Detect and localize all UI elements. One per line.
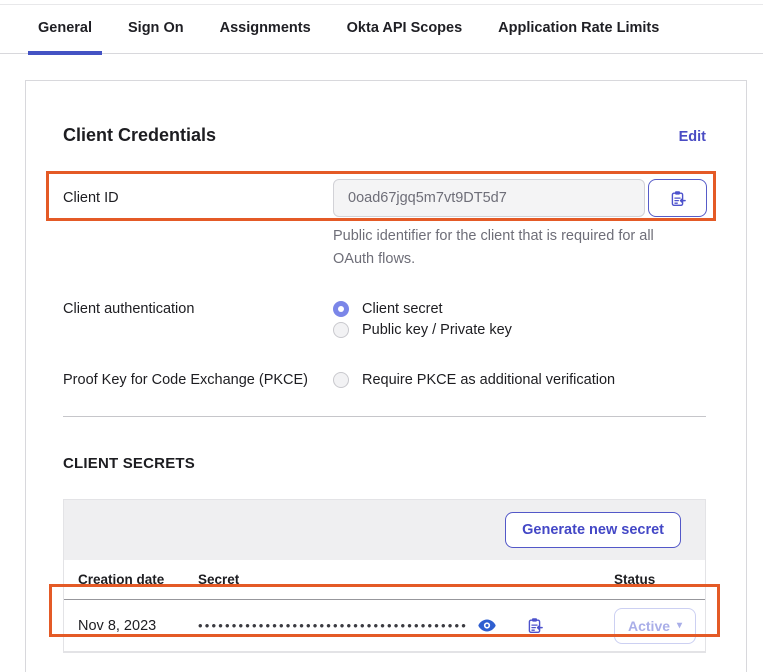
pkce-row: Proof Key for Code Exchange (PKCE) Requi… [63, 372, 706, 388]
client-authentication-options: Client secret Public key / Private key [333, 301, 512, 338]
client-credentials-header: Client Credentials Edit [63, 125, 706, 146]
radio-unselected-icon[interactable] [333, 322, 349, 338]
table-toolbar: Generate new secret [64, 500, 705, 560]
radio-option-public-private-key[interactable]: Public key / Private key [333, 322, 512, 338]
copy-secret-button[interactable] [526, 617, 543, 634]
client-id-copy-button[interactable] [648, 179, 707, 217]
secret-cell: •••••••••••••••••••••••••••••••••••••••• [198, 617, 614, 634]
column-header-secret: Secret [198, 572, 614, 587]
status-dropdown-button[interactable]: Active ▾ [614, 608, 696, 644]
radio-option-label: Public key / Private key [362, 322, 512, 338]
tab-application-rate-limits[interactable]: Application Rate Limits [498, 20, 659, 53]
status-cell: Active ▾ [614, 608, 709, 644]
okta-app-settings-page: General Sign On Assignments Okta API Sco… [0, 0, 763, 672]
edit-link[interactable]: Edit [679, 129, 706, 145]
client-secrets-table: Generate new secret Creation date Secret… [63, 499, 706, 653]
masked-secret-value: •••••••••••••••••••••••••••••••••••••••• [198, 618, 468, 633]
radio-option-client-secret[interactable]: Client secret [333, 301, 512, 317]
app-tabbar: General Sign On Assignments Okta API Sco… [0, 10, 763, 54]
radio-option-label: Client secret [362, 301, 443, 317]
column-header-creation-date: Creation date [78, 572, 198, 587]
column-header-status: Status [614, 572, 709, 587]
clipboard-copy-icon [669, 190, 686, 207]
table-header-row: Creation date Secret Status [64, 560, 705, 600]
checkbox-unchecked-icon[interactable] [333, 372, 349, 388]
general-settings-card: Client Credentials Edit Client ID [25, 80, 747, 672]
pkce-option-label: Require PKCE as additional verification [362, 372, 615, 388]
radio-selected-icon[interactable] [333, 301, 349, 317]
pkce-checkbox-option[interactable]: Require PKCE as additional verification [333, 372, 615, 388]
top-divider [0, 4, 763, 5]
creation-date-cell: Nov 8, 2023 [78, 618, 198, 634]
clipboard-copy-icon [526, 617, 543, 634]
caret-down-icon: ▾ [677, 620, 682, 631]
status-label: Active [628, 618, 670, 634]
section-divider [63, 416, 706, 417]
reveal-secret-button[interactable] [478, 619, 496, 632]
client-id-helper-text: Public identifier for the client that is… [333, 225, 683, 271]
tab-general[interactable]: General [38, 20, 92, 53]
client-credentials-title: Client Credentials [63, 125, 216, 146]
pkce-label: Proof Key for Code Exchange (PKCE) [63, 372, 333, 388]
tab-assignments[interactable]: Assignments [220, 20, 311, 53]
client-id-row: Client ID [63, 179, 706, 217]
generate-new-secret-button[interactable]: Generate new secret [505, 512, 681, 548]
client-id-field-group [333, 179, 707, 217]
client-id-input[interactable] [333, 179, 645, 217]
client-secrets-title: CLIENT SECRETS [63, 455, 706, 472]
eye-icon [478, 619, 496, 632]
client-id-label: Client ID [63, 190, 333, 206]
client-authentication-row: Client authentication Client secret Publ… [63, 301, 706, 338]
client-authentication-label: Client authentication [63, 301, 333, 338]
tab-sign-on[interactable]: Sign On [128, 20, 184, 53]
tab-okta-api-scopes[interactable]: Okta API Scopes [347, 20, 463, 53]
table-row: Nov 8, 2023 ••••••••••••••••••••••••••••… [64, 600, 705, 652]
